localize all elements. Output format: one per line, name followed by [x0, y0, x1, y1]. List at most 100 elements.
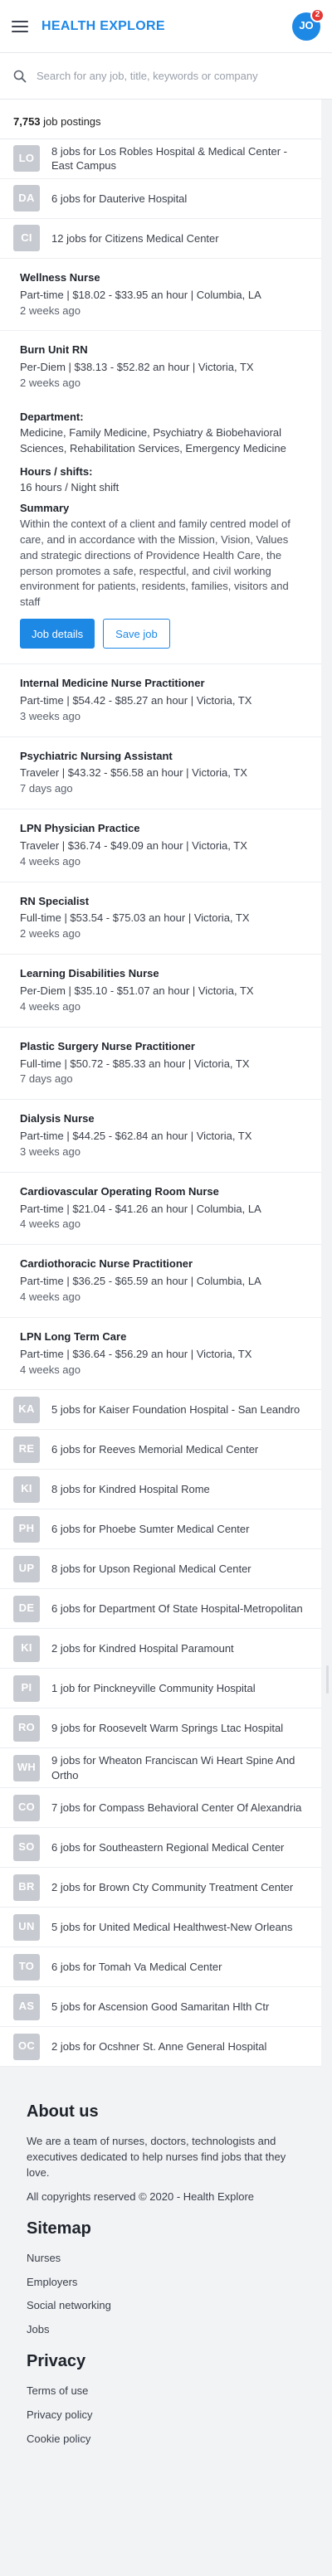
sitemap-link-social-networking[interactable]: Social networking: [27, 2298, 305, 2314]
employer-row[interactable]: KI 8 jobs for Kindred Hospital Rome: [0, 1470, 321, 1510]
job-card[interactable]: Internal Medicine Nurse Practitioner Part…: [0, 664, 321, 737]
job-list: Internal Medicine Nurse Practitioner Part…: [0, 664, 321, 1391]
job-card-expanded: Burn Unit RN Per-Diem | $38.13 - $52.82 …: [0, 331, 321, 665]
department-value: Medicine, Family Medicine, Psychiatry & …: [20, 425, 286, 454]
job-card[interactable]: Psychiatric Nursing Assistant Traveler | …: [0, 737, 321, 810]
job-title[interactable]: LPN Long Term Care: [20, 1329, 301, 1345]
sitemap-title: Sitemap: [27, 2219, 91, 2238]
employer-jobs-text: 8 jobs for Upson Regional Medical Center: [51, 1563, 251, 1576]
sitemap-link-jobs[interactable]: Jobs: [27, 2322, 305, 2338]
job-title[interactable]: Internal Medicine Nurse Practitioner: [20, 676, 301, 692]
employer-jobs-text: 9 jobs for Roosevelt Warm Springs Ltac H…: [51, 1722, 284, 1735]
job-card[interactable]: Plastic Surgery Nurse Practitioner Full-t…: [0, 1028, 321, 1101]
search-input[interactable]: [37, 70, 319, 82]
job-date: 3 weeks ago: [20, 709, 81, 722]
employer-row[interactable]: RO 9 jobs for Roosevelt Warm Springs Ltac…: [0, 1708, 321, 1749]
job-title[interactable]: RN Specialist: [20, 894, 301, 910]
privacy-title: Privacy: [27, 2352, 86, 2371]
job-card[interactable]: Learning Disabilities Nurse Per-Diem | $3…: [0, 955, 321, 1028]
employer-logo: UN: [13, 1913, 40, 1941]
employer-row[interactable]: TO 6 jobs for Tomah Va Medical Center: [0, 1947, 321, 1988]
about-text: We are a team of nurses, doctors, techno…: [27, 2135, 286, 2180]
employer-row[interactable]: DE 6 jobs for Department Of State Hospita…: [0, 1589, 321, 1630]
job-card[interactable]: RN Specialist Full-time | $53.54 - $75.03…: [0, 882, 321, 955]
employer-jobs-text: 2 jobs for Kindred Hospital Paramount: [51, 1642, 234, 1655]
job-card[interactable]: LPN Physician Practice Traveler | $36.74 …: [0, 809, 321, 882]
job-title[interactable]: Learning Disabilities Nurse: [20, 966, 301, 982]
job-date: 2 weeks ago: [20, 377, 81, 390]
job-meta: Traveler | $43.32 - $56.58 an hour | Vic…: [20, 766, 247, 780]
about-title: About us: [27, 2102, 99, 2122]
hamburger-icon[interactable]: [12, 20, 28, 32]
employer-logo: PI: [13, 1674, 40, 1702]
job-title[interactable]: LPN Physician Practice: [20, 821, 301, 837]
employer-logo: SO: [13, 1834, 40, 1861]
job-count-number: 7,753: [13, 115, 41, 128]
employer-jobs-text: 2 jobs for Ocshner St. Anne General Hosp…: [51, 2040, 267, 2054]
employer-list-bottom: KA 5 jobs for Kaiser Foundation Hospital …: [0, 1390, 321, 2068]
employer-row[interactable]: WH 9 jobs for Wheaton Franciscan Wi Heart…: [0, 1748, 321, 1789]
user-menu[interactable]: JO 2: [292, 7, 325, 41]
employer-jobs-text: 6 jobs for Reeves Memorial Medical Cente…: [51, 1443, 259, 1456]
summary-label: Summary: [20, 502, 70, 515]
employer-row[interactable]: UN 5 jobs for United Medical Healthwest-N…: [0, 1908, 321, 1948]
employer-jobs-text: 9 jobs for Wheaton Franciscan Wi Heart S…: [51, 1754, 295, 1781]
employer-jobs-text: 7 jobs for Compass Behavioral Center Of …: [51, 1801, 302, 1815]
job-meta: Part-time | $36.64 - $56.29 an hour | Vi…: [20, 1347, 252, 1360]
job-title[interactable]: Wellness Nurse: [20, 270, 301, 286]
job-title[interactable]: Plastic Surgery Nurse Practitioner: [20, 1039, 301, 1055]
summary-text: Within the context of a client and famil…: [20, 517, 290, 609]
employer-row[interactable]: PH 6 jobs for Phoebe Sumter Medical Cente…: [0, 1509, 321, 1550]
employer-jobs-text: 6 jobs for Department Of State Hospital-…: [51, 1602, 303, 1616]
employer-logo: CO: [13, 1794, 40, 1821]
job-card[interactable]: LPN Long Term Care Part-time | $36.64 - $…: [0, 1318, 321, 1391]
job-meta: Full-time | $50.72 - $85.33 an hour | Vi…: [20, 1057, 250, 1070]
employer-row[interactable]: KI 2 jobs for Kindred Hospital Paramount: [0, 1629, 321, 1670]
employer-logo: OC: [13, 2033, 40, 2060]
employer-logo: UP: [13, 1555, 40, 1582]
job-meta: Traveler | $36.74 - $49.09 an hour | Vic…: [20, 838, 247, 852]
job-title[interactable]: Cardiothoracic Nurse Practitioner: [20, 1256, 301, 1272]
employer-jobs-text: 2 jobs for Brown Cty Community Treatment…: [51, 1881, 294, 1894]
sitemap-link-employers[interactable]: Employers: [27, 2275, 305, 2291]
job-card[interactable]: Wellness Nurse Part-time | $18.02 - $33.9…: [0, 259, 321, 332]
hours-value: 16 hours / Night shift: [20, 481, 120, 494]
employer-logo: DE: [13, 1595, 40, 1622]
job-details-button[interactable]: Job details: [20, 619, 95, 649]
employer-jobs-text: 5 jobs for United Medical Healthwest-New…: [51, 1921, 293, 1934]
employer-row[interactable]: CO 7 jobs for Compass Behavioral Center O…: [0, 1788, 321, 1829]
employer-row[interactable]: LO 8 jobs for Los Robles Hospital & Medic…: [0, 139, 321, 179]
privacy-link-cookie-policy[interactable]: Cookie policy: [27, 2432, 305, 2447]
employer-logo: PH: [13, 1515, 40, 1543]
employer-row[interactable]: OC 2 jobs for Ocshner St. Anne General Ho…: [0, 2027, 321, 2068]
privacy-section: Privacy Terms of use Privacy policy Cook…: [27, 2350, 305, 2447]
employer-logo: TO: [13, 1953, 40, 1981]
employer-row[interactable]: CI 12 jobs for Citizens Medical Center: [0, 219, 321, 259]
employer-logo: RO: [13, 1714, 40, 1742]
employer-row[interactable]: BR 2 jobs for Brown Cty Community Treatme…: [0, 1868, 321, 1908]
job-card[interactable]: Dialysis Nurse Part-time | $44.25 - $62.8…: [0, 1100, 321, 1173]
job-meta: Part-time | $54.42 - $85.27 an hour | Vi…: [20, 693, 252, 707]
employer-row[interactable]: KA 5 jobs for Kaiser Foundation Hospital …: [0, 1390, 321, 1431]
job-card[interactable]: Cardiothoracic Nurse Practitioner Part-ti…: [0, 1245, 321, 1318]
job-title[interactable]: Psychiatric Nursing Assistant: [20, 749, 301, 765]
sitemap-link-nurses[interactable]: Nurses: [27, 2251, 305, 2267]
search-icon: [13, 70, 27, 82]
save-job-button[interactable]: Save job: [103, 619, 170, 649]
job-title[interactable]: Dialysis Nurse: [20, 1111, 301, 1127]
employer-row[interactable]: PI 1 job for Pinckneyville Community Hosp…: [0, 1669, 321, 1709]
job-date: 7 days ago: [20, 1072, 73, 1086]
employer-row[interactable]: UP 8 jobs for Upson Regional Medical Cent…: [0, 1549, 321, 1590]
job-date: 2 weeks ago: [20, 304, 81, 317]
job-card[interactable]: Cardiovascular Operating Room Nurse Part-…: [0, 1173, 321, 1246]
scrollbar-thumb[interactable]: [326, 1665, 329, 1694]
brand-logo[interactable]: HEALTH EXPLORE: [42, 17, 292, 36]
privacy-link-terms[interactable]: Terms of use: [27, 2384, 305, 2399]
job-title[interactable]: Cardiovascular Operating Room Nurse: [20, 1184, 301, 1200]
employer-row[interactable]: SO 6 jobs for Southeastern Regional Medic…: [0, 1828, 321, 1869]
employer-row[interactable]: RE 6 jobs for Reeves Memorial Medical Cen…: [0, 1430, 321, 1470]
job-title[interactable]: Burn Unit RN: [20, 343, 301, 358]
employer-row[interactable]: DA 6 jobs for Dauterive Hospital: [0, 179, 321, 219]
employer-row[interactable]: AS 5 jobs for Ascension Good Samaritan Hl…: [0, 1987, 321, 2028]
privacy-link-privacy-policy[interactable]: Privacy policy: [27, 2408, 305, 2423]
